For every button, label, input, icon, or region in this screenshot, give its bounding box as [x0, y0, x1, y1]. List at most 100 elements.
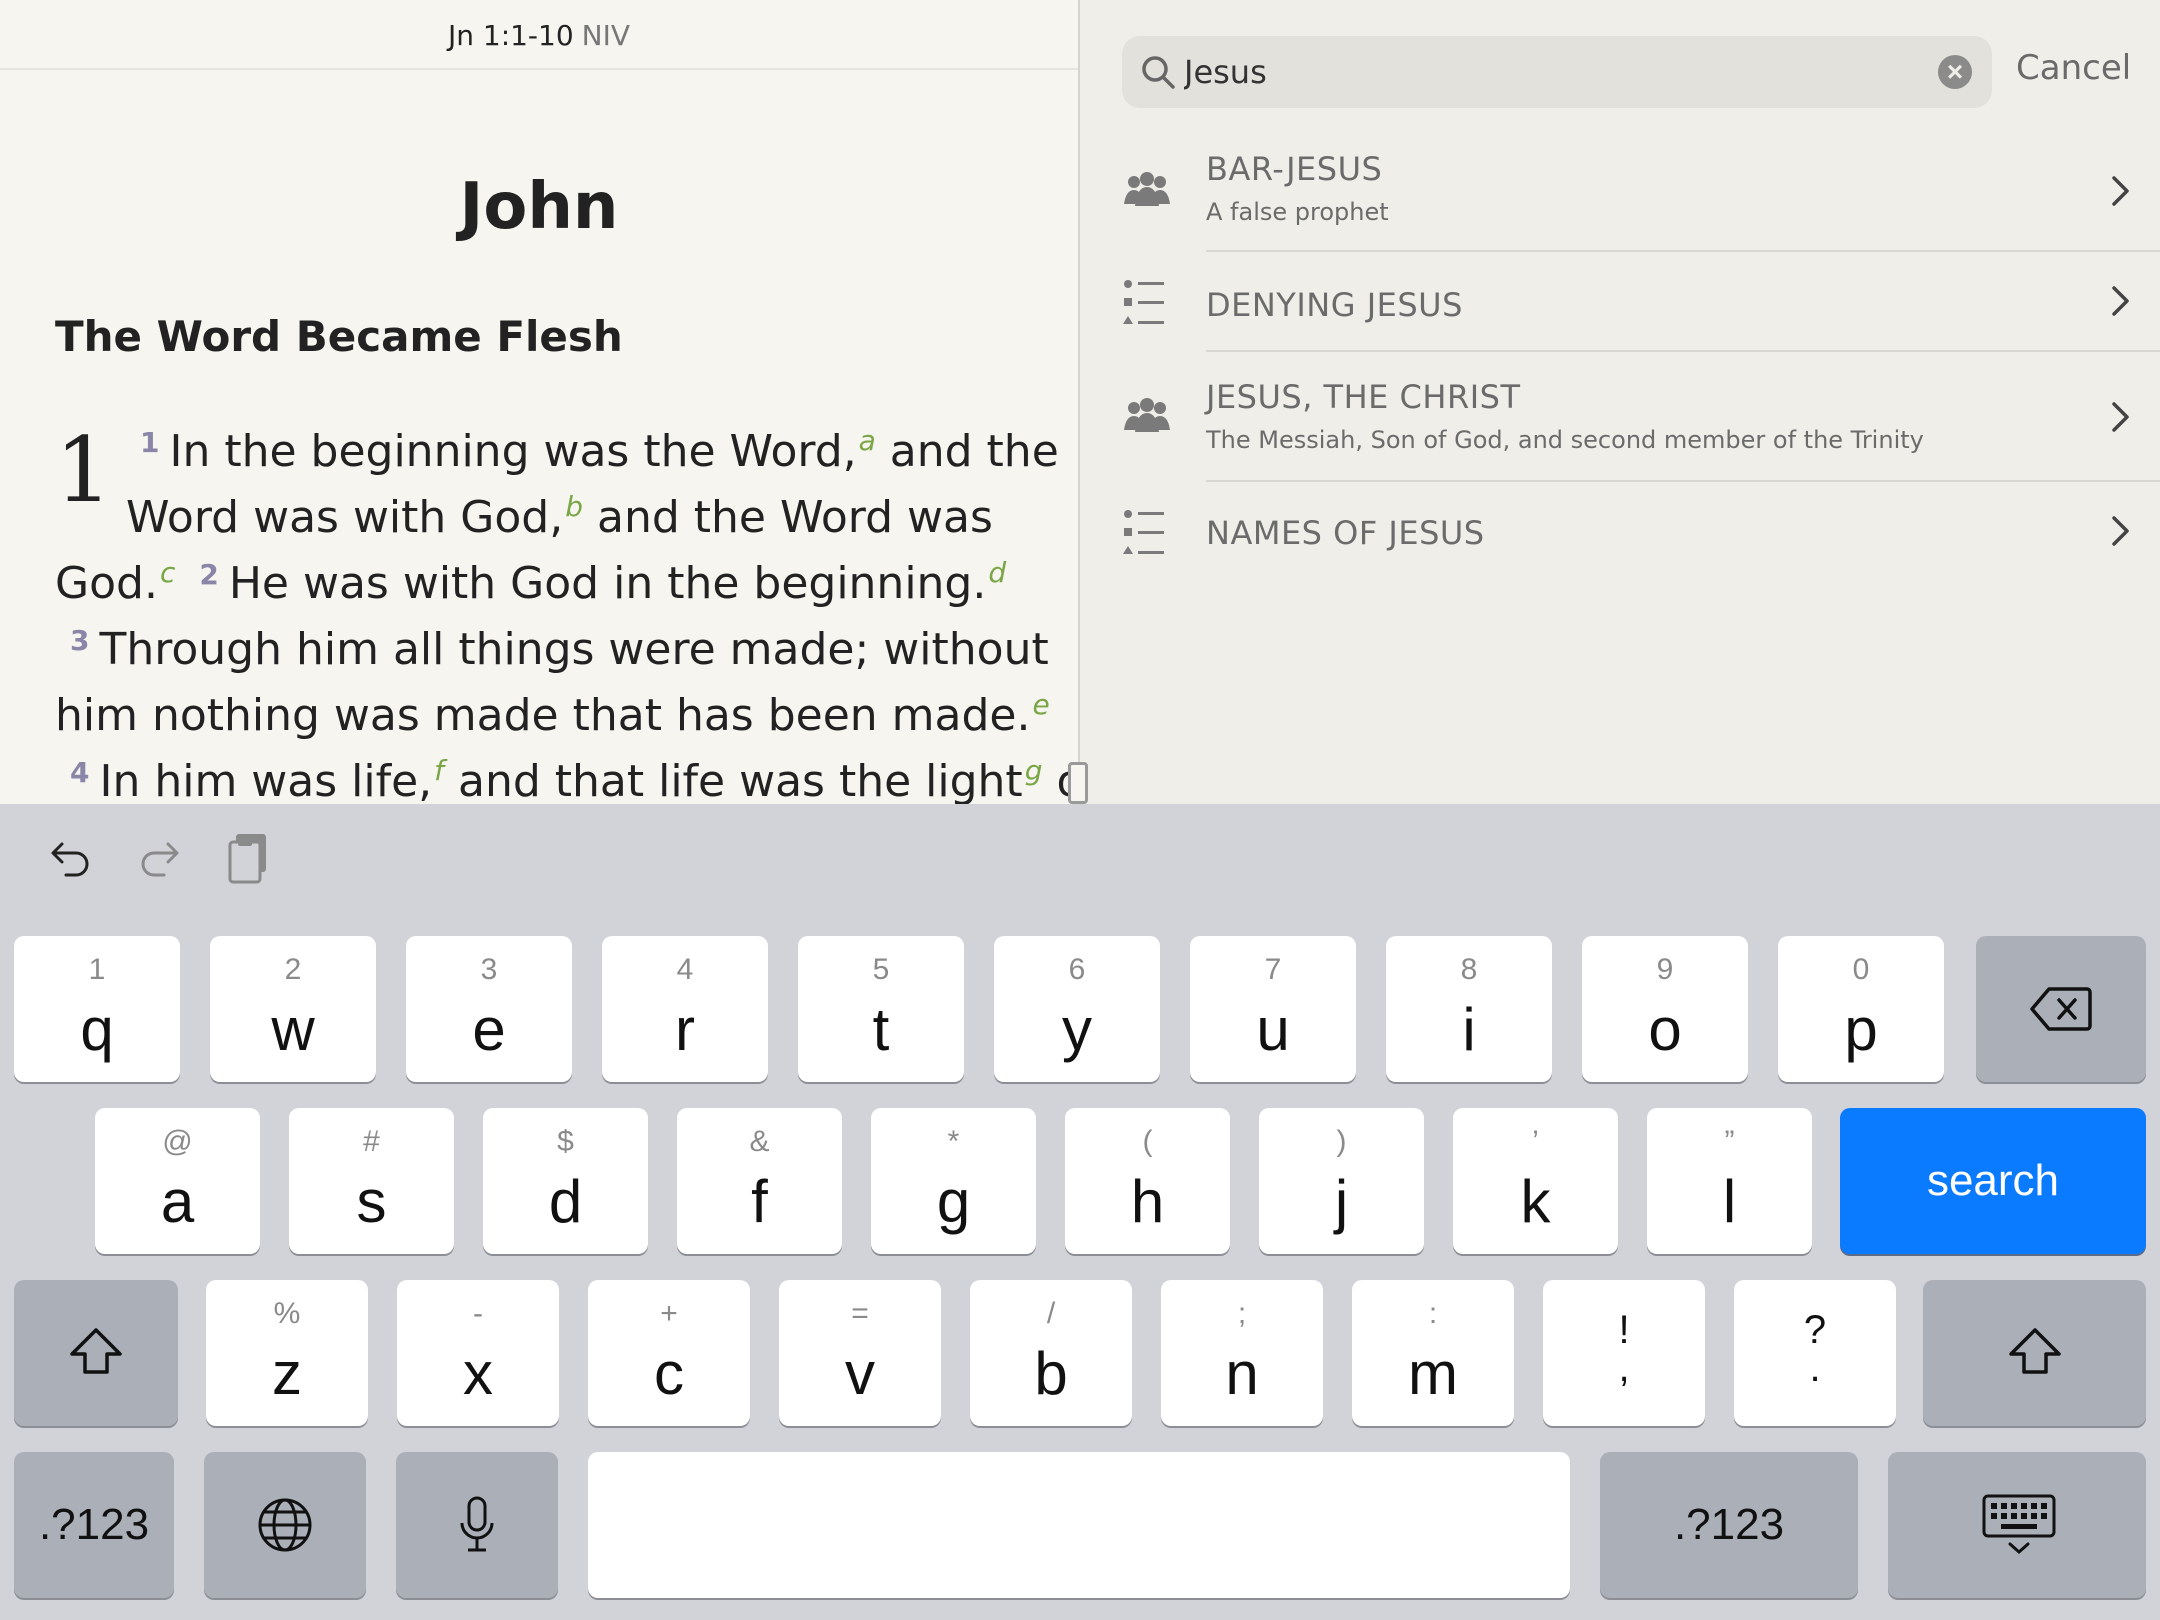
key-alt-label: 8 [1460, 953, 1478, 986]
search-box[interactable]: × [1122, 36, 1992, 108]
key-u[interactable]: 7u [1190, 936, 1356, 1082]
verse-number: 4 [70, 756, 90, 789]
key-alt-label: @ [162, 1125, 193, 1158]
punctuation-key[interactable]: ?. [1734, 1280, 1896, 1426]
key-b[interactable]: / b [970, 1280, 1132, 1426]
footnote-marker[interactable]: g [1025, 754, 1043, 787]
globe-key[interactable] [204, 1452, 366, 1598]
key-o[interactable]: 9o [1582, 936, 1748, 1082]
verse-text: In the beginning was the Word, [169, 426, 857, 477]
search-result-item[interactable]: BAR-JESUS A false prophet [1080, 140, 2160, 252]
search-input[interactable] [1184, 36, 1904, 108]
footnote-marker[interactable]: f [434, 754, 444, 787]
key-alt-label: ” [1724, 1125, 1735, 1158]
footnote-marker[interactable]: c [160, 556, 175, 589]
key-label: i [1462, 996, 1476, 1063]
key-e[interactable]: 3e [406, 936, 572, 1082]
key-label: b [1034, 1340, 1068, 1407]
shift-icon [66, 1326, 126, 1383]
passage-reference[interactable]: Jn 1:1-10 [448, 19, 574, 52]
verse-text: and the Word was [583, 492, 993, 543]
space-bar[interactable] [588, 1452, 1570, 1598]
microphone-icon [460, 1496, 494, 1552]
shift-key-right[interactable] [1923, 1280, 2146, 1426]
bible-version[interactable]: NIV [582, 19, 630, 52]
key-alt-label: = [851, 1297, 869, 1330]
key-w[interactable]: 2w [210, 936, 376, 1082]
result-title: BAR-JESUS [1206, 150, 1383, 188]
search-result-item[interactable]: JESUS, THE CHRIST The Messiah, Son of God… [1080, 352, 2160, 482]
key-v[interactable]: = v [779, 1280, 941, 1426]
key-d[interactable]: $ d [483, 1108, 648, 1254]
key-k[interactable]: ’ k [1453, 1108, 1618, 1254]
footnote-marker[interactable]: a [859, 424, 876, 457]
numbers-key-left[interactable]: .?123 [14, 1452, 174, 1598]
key-label: w [271, 996, 315, 1063]
redo-icon[interactable] [136, 834, 182, 880]
people-icon [1122, 170, 1172, 215]
key-label: e [472, 996, 506, 1063]
key-q[interactable]: 1q [14, 936, 180, 1082]
search-result-item[interactable]: NAMES OF JESUS [1080, 482, 2160, 582]
key-j[interactable]: ) j [1259, 1108, 1424, 1254]
key-h[interactable]: (h [1065, 1108, 1230, 1254]
undo-icon[interactable] [48, 834, 94, 880]
key-a[interactable]: @ a [95, 1108, 260, 1254]
verse-text: God. [55, 558, 158, 609]
key-label: g [936, 1168, 971, 1235]
key-g[interactable]: * g [871, 1108, 1036, 1254]
verse-number: 2 [199, 558, 219, 591]
key-l[interactable]: ” l [1647, 1108, 1812, 1254]
key-r[interactable]: 4r [602, 936, 768, 1082]
on-screen-keyboard: 1 q 2 w 3 e 4 r 5 t 6 y 7 u 8 i 9 o 0 p @ a # s $ d & f * g(h) j’ k” l se… [0, 804, 2160, 1620]
numbers-key-right[interactable]: .?123 [1600, 1452, 1858, 1598]
chevron-right-icon [2110, 174, 2132, 213]
key-alt-label: + [660, 1297, 678, 1330]
backspace-key[interactable] [1976, 936, 2146, 1082]
key-alt-label: 1 [88, 953, 106, 986]
footnote-marker[interactable]: b [565, 490, 583, 523]
key-label: q [80, 996, 114, 1063]
key-x[interactable]: -x [397, 1280, 559, 1426]
list-icon [1122, 278, 1166, 331]
verse-number: 3 [70, 624, 90, 657]
key-c[interactable]: + c [588, 1280, 750, 1426]
key-alt-label: 6 [1068, 953, 1086, 986]
search-key[interactable]: search [1840, 1108, 2146, 1254]
key-label-bottom: , [1618, 1346, 1630, 1390]
key-y[interactable]: 6y [994, 936, 1160, 1082]
key-n[interactable]: ; n [1161, 1280, 1323, 1426]
key-label: l [1722, 1168, 1737, 1235]
verse-line: 1 In the beginning was the Word,a and the [140, 424, 1059, 477]
key-label: y [1062, 996, 1092, 1063]
key-f[interactable]: & f [677, 1108, 842, 1254]
reader-header[interactable]: Jn 1:1-10 NIV [0, 0, 1078, 70]
verse-text: In him was life, [99, 756, 433, 804]
key-s[interactable]: # s [289, 1108, 454, 1254]
key-label: m [1408, 1340, 1458, 1407]
key-i[interactable]: 8i [1386, 936, 1552, 1082]
footnote-marker[interactable]: d [988, 556, 1006, 589]
dictation-key[interactable] [396, 1452, 558, 1598]
chevron-right-icon [2110, 514, 2132, 553]
key-m[interactable]: :m [1352, 1280, 1514, 1426]
shift-key-left[interactable] [14, 1280, 178, 1426]
key-t[interactable]: 5t [798, 936, 964, 1082]
clear-search-button[interactable]: × [1938, 55, 1972, 89]
hide-keyboard-key[interactable] [1888, 1452, 2146, 1598]
key-alt-label: ; [1237, 1297, 1247, 1330]
footnote-marker[interactable]: e [1032, 688, 1049, 721]
key-label: a [160, 1168, 195, 1235]
punctuation-key[interactable]: !, [1543, 1280, 1705, 1426]
key-alt-label: 9 [1656, 953, 1674, 986]
split-view-handle[interactable] [1068, 762, 1088, 804]
key-label: s [356, 1168, 387, 1235]
paste-icon[interactable] [226, 832, 272, 884]
result-subtitle: The Messiah, Son of God, and second memb… [1206, 426, 1924, 454]
key-alt-label: - [473, 1297, 483, 1330]
key-z[interactable]: % z [206, 1280, 368, 1426]
search-result-item[interactable]: DENYING JESUS [1080, 252, 2160, 352]
cancel-button[interactable]: Cancel [2016, 48, 2131, 88]
key-label: x [463, 1340, 493, 1407]
key-p[interactable]: 0p [1778, 936, 1944, 1082]
